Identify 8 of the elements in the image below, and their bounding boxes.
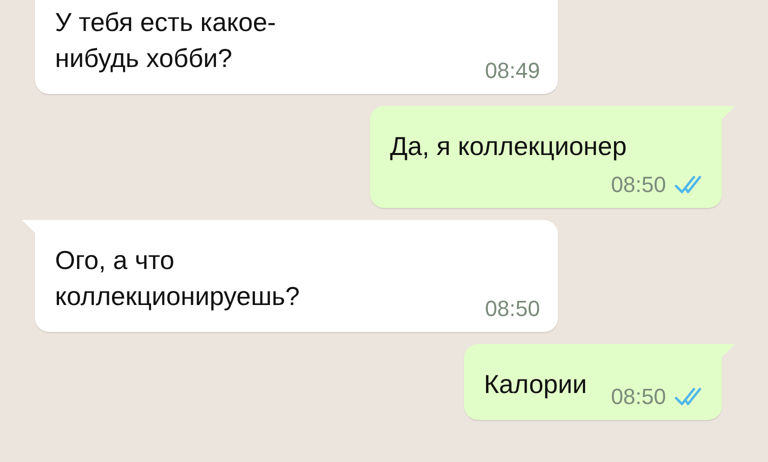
message-text: Ого, а что коллекционируешь?	[55, 244, 301, 313]
message-time: 08:50	[610, 384, 666, 410]
message-text: У тебя есть какое-нибудь хобби?	[55, 6, 277, 75]
message-time: 08:49	[484, 58, 540, 84]
message-text: Да, я коллекционер	[390, 130, 627, 163]
message-time: 08:50	[610, 172, 666, 198]
message-text: Калории	[484, 368, 587, 401]
message-time: 08:50	[484, 296, 540, 322]
